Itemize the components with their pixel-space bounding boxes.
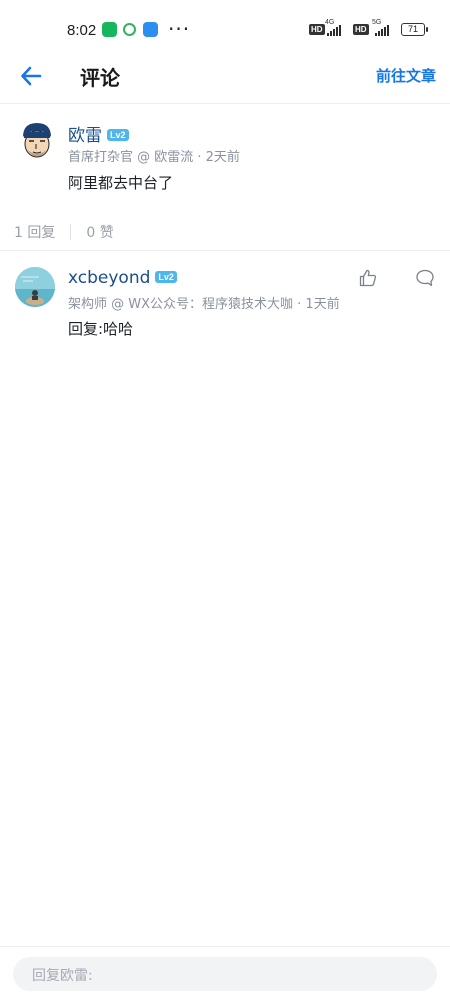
level-badge: Lv2	[155, 271, 177, 283]
avatar[interactable]	[15, 267, 55, 307]
reply-count: 1 回复	[14, 225, 56, 241]
reply-input-placeholder: 回复欧雷:	[32, 968, 93, 984]
more-notifications-icon: ···	[168, 17, 191, 41]
back-button[interactable]	[18, 62, 46, 90]
level-badge: Lv2	[107, 129, 129, 141]
status-time: 8:02	[67, 22, 97, 39]
top-nav-bar: 评论 前往文章	[0, 58, 450, 104]
battery-icon: 71	[401, 23, 428, 36]
status-bar: 8:02 ··· HD 4G HD 5G 71	[0, 0, 450, 58]
comment-meta: 首席打杂官 @ 欧雷流 · 2天前	[68, 150, 240, 165]
stats-divider	[70, 224, 72, 240]
reply-text: 回复:哈哈	[68, 320, 134, 338]
hd-icon: HD	[353, 24, 369, 35]
reply-bar: 回复欧雷:	[0, 946, 450, 1000]
like-count: 0 赞	[86, 225, 114, 241]
reply-author[interactable]: xcbeyond Lv2	[68, 268, 177, 288]
speech-bubble-icon	[416, 269, 434, 286]
go-to-article-link[interactable]: 前往文章	[376, 65, 436, 86]
section-divider	[0, 250, 450, 251]
comment-text: 阿里都去中台了	[68, 174, 174, 192]
signal-icon	[375, 24, 389, 36]
arrow-left-icon	[21, 66, 42, 86]
chat-app-icon	[123, 23, 136, 36]
signal-icon	[327, 24, 341, 36]
comment-stats: 1 回复 0 赞	[14, 222, 114, 242]
comment-author[interactable]: 欧雷 Lv2	[68, 121, 129, 146]
thumbs-up-icon	[359, 269, 377, 287]
shield-app-icon	[102, 22, 117, 37]
cloud-app-icon	[143, 22, 158, 37]
cartoon-face-avatar-icon	[17, 120, 57, 160]
reply-meta: 架构师 @ WX公众号：程序猿技术大咖 · 1天前	[68, 297, 340, 312]
reply-input[interactable]: 回复欧雷:	[13, 957, 437, 991]
comment-button[interactable]	[415, 268, 435, 288]
author-name[interactable]: xcbeyond	[68, 268, 150, 288]
hd-icon: HD	[309, 24, 325, 35]
landscape-photo-avatar-icon	[15, 267, 55, 307]
avatar[interactable]	[17, 120, 57, 160]
like-button[interactable]	[358, 268, 378, 288]
page-title: 评论	[80, 66, 120, 90]
author-name[interactable]: 欧雷	[68, 126, 102, 146]
